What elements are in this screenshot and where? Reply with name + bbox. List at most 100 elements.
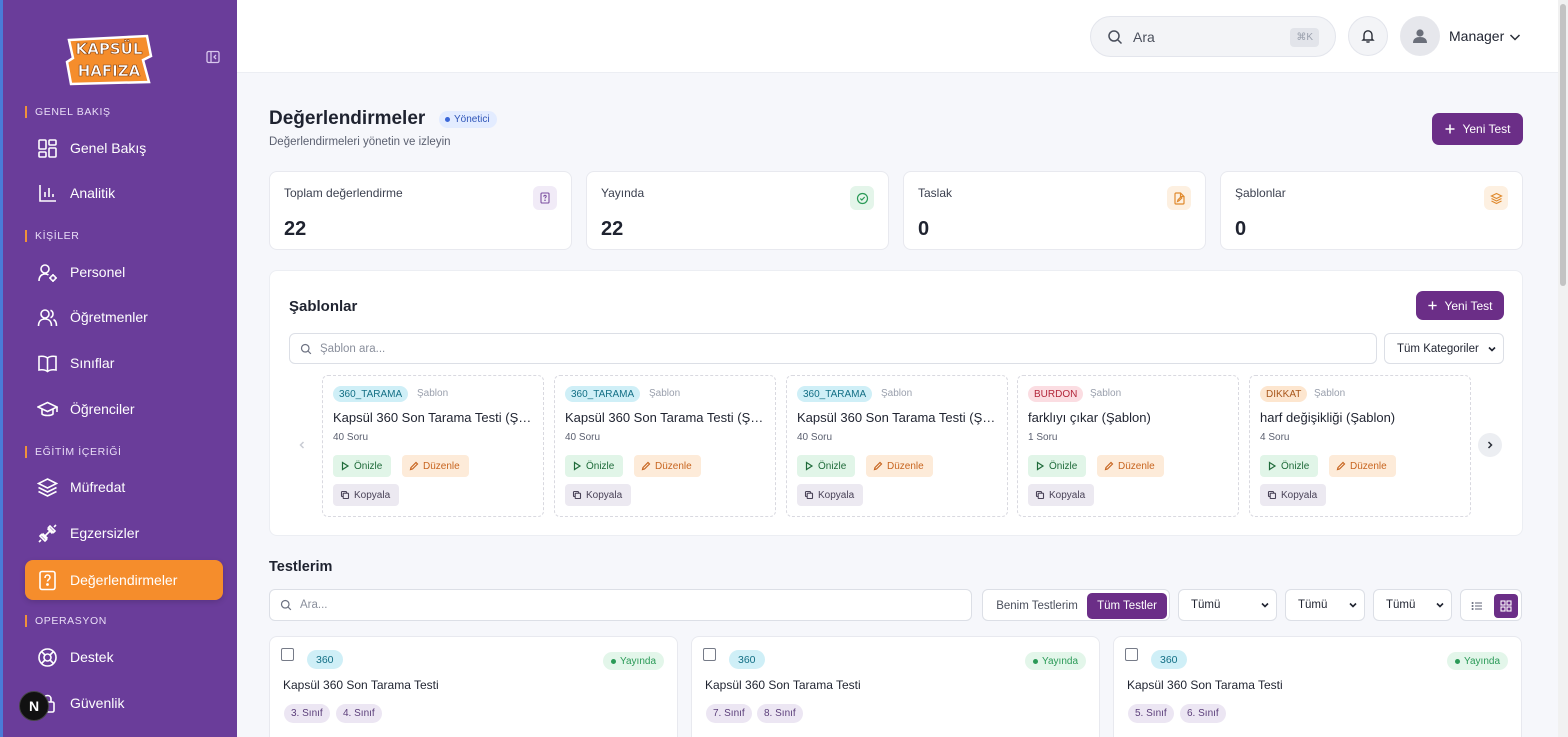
chevron-down-icon xyxy=(1487,344,1497,354)
grid-view-button[interactable] xyxy=(1494,594,1518,618)
preview-label: Önizle xyxy=(1049,460,1078,472)
template-search-input[interactable]: Şablon ara... xyxy=(289,333,1377,364)
copy-icon xyxy=(1035,490,1045,500)
copy-button[interactable]: Kopyala xyxy=(1260,484,1327,506)
scrollbar-thumb[interactable] xyxy=(1560,4,1566,286)
test-card[interactable]: 360 Yayında Kapsül 360 Son Tarama Testi … xyxy=(269,636,678,737)
edit-button[interactable]: Düzenle xyxy=(1097,455,1164,477)
stat-label: Toplam değerlendirme xyxy=(284,186,403,200)
question-file-icon xyxy=(37,570,58,591)
sidebar: KAPSÜL HAFIZA GENEL BAKIŞ Genel Bakış An… xyxy=(0,0,237,737)
sidebar-item-overview[interactable]: Genel Bakış xyxy=(25,128,223,168)
sidebar-item-label: Personel xyxy=(70,264,126,280)
bell-icon xyxy=(1360,28,1376,44)
edit-button[interactable]: Düzenle xyxy=(634,455,701,477)
copy-button[interactable]: Kopyala xyxy=(1028,484,1095,506)
avatar[interactable] xyxy=(1400,16,1440,56)
test-card[interactable]: 360 Yayında Kapsül 360 Son Tarama Testi … xyxy=(691,636,1100,737)
grade-chip: 6. Sınıf xyxy=(1180,704,1226,723)
section-label-content: EĞİTİM İÇERİĞİ xyxy=(25,446,122,458)
template-name: farklıyı çıkar (Şablon) xyxy=(1028,410,1151,425)
sidebar-item-teachers[interactable]: Öğretmenler xyxy=(25,297,223,337)
sidebar-item-staff[interactable]: Personel xyxy=(25,252,223,292)
edit-button[interactable]: Düzenle xyxy=(1329,455,1396,477)
header-search-input[interactable]: Ara ⌘K xyxy=(1090,16,1336,57)
template-tag: 360_TARAMA xyxy=(333,386,409,402)
page-subtitle: Değerlendirmeleri yönetin ve izleyin xyxy=(269,136,451,148)
new-test-button[interactable]: Yeni Test xyxy=(1432,113,1523,145)
test-select-checkbox[interactable] xyxy=(703,648,716,661)
template-count: 40 Soru xyxy=(797,432,833,443)
filter-select-value: Tümü xyxy=(1191,599,1221,611)
edit-button[interactable]: Düzenle xyxy=(866,455,933,477)
copy-label: Kopyala xyxy=(586,489,623,501)
search-icon xyxy=(300,343,312,355)
play-icon xyxy=(340,461,350,471)
template-card[interactable]: 360_TARAMA Şablon Kapsül 360 Son Tarama … xyxy=(554,375,776,517)
sidebar-item-curriculum[interactable]: Müfredat xyxy=(25,467,223,507)
copy-button[interactable]: Kopyala xyxy=(797,484,864,506)
status-badge: Yayında xyxy=(1025,652,1086,670)
sidebar-item-classes[interactable]: Sınıflar xyxy=(25,343,223,383)
graduation-cap-icon xyxy=(37,399,58,420)
sidebar-item-security[interactable]: Güvenlik xyxy=(25,683,223,723)
svg-text:HAFIZA: HAFIZA xyxy=(78,62,141,80)
template-card[interactable]: 360_TARAMA Şablon Kapsül 360 Son Tarama … xyxy=(322,375,544,517)
preview-button[interactable]: Önizle xyxy=(1028,455,1087,477)
template-card[interactable]: BURDON Şablon farklıyı çıkar (Şablon) 1 … xyxy=(1017,375,1239,517)
tests-search-placeholder: Ara... xyxy=(300,599,328,611)
search-icon xyxy=(1107,29,1123,45)
copy-label: Kopyala xyxy=(1049,489,1086,501)
kapsul-hafiza-logo[interactable]: KAPSÜL HAFIZA xyxy=(63,26,155,88)
template-kind: Şablon xyxy=(1314,388,1346,399)
preview-button[interactable]: Önizle xyxy=(565,455,624,477)
tab-all-tests[interactable]: Tüm Testler xyxy=(1087,593,1167,619)
page-title: Değerlendirmeler xyxy=(269,108,426,129)
user-name[interactable]: Manager xyxy=(1449,28,1504,44)
carousel-next-button[interactable] xyxy=(1478,433,1502,457)
tab-my-tests[interactable]: Benim Testlerim xyxy=(987,593,1087,619)
filter-select-2[interactable]: Tümü xyxy=(1285,589,1365,621)
templates-title: Şablonlar xyxy=(289,298,358,315)
sidebar-item-students[interactable]: Öğrenciler xyxy=(25,389,223,429)
template-card[interactable]: DIKKAT Şablon harf değişikliği (Şablon) … xyxy=(1249,375,1471,517)
test-name: Kapsül 360 Son Tarama Testi xyxy=(283,678,439,692)
sidebar-collapse-icon[interactable] xyxy=(205,49,221,65)
filter-select-value: Tümü xyxy=(1386,599,1416,611)
tests-title: Testlerim xyxy=(269,559,333,575)
edit-label: Düzenle xyxy=(1350,460,1387,472)
category-select[interactable]: Tüm Kategoriler xyxy=(1384,333,1504,364)
template-name: Kapsül 360 Son Tarama Testi (Şablon) xyxy=(797,410,1001,425)
test-card[interactable]: 360 Yayında Kapsül 360 Son Tarama Testi … xyxy=(1113,636,1522,737)
n-badge[interactable]: N xyxy=(19,691,49,721)
list-view-button[interactable] xyxy=(1465,594,1489,618)
test-select-checkbox[interactable] xyxy=(281,648,294,661)
template-card[interactable]: 360_TARAMA Şablon Kapsül 360 Son Tarama … xyxy=(786,375,1008,517)
copy-button[interactable]: Kopyala xyxy=(565,484,632,506)
filter-select-1[interactable]: Tümü xyxy=(1178,589,1277,621)
preview-button[interactable]: Önizle xyxy=(797,455,856,477)
sidebar-item-assessments[interactable]: Değerlendirmeler xyxy=(25,560,223,600)
test-select-checkbox[interactable] xyxy=(1125,648,1138,661)
template-count: 40 Soru xyxy=(333,432,369,443)
users-icon xyxy=(37,307,58,328)
sidebar-item-exercises[interactable]: Egzersizler xyxy=(25,513,223,553)
copy-button[interactable]: Kopyala xyxy=(333,484,400,506)
stat-value: 22 xyxy=(284,218,307,240)
chevron-down-icon xyxy=(1348,600,1358,610)
preview-button[interactable]: Önizle xyxy=(333,455,392,477)
preview-button[interactable]: Önizle xyxy=(1260,455,1319,477)
tests-search-input[interactable]: Ara... xyxy=(269,589,972,621)
sidebar-item-analytics[interactable]: Analitik xyxy=(25,173,223,213)
edit-button[interactable]: Düzenle xyxy=(402,455,469,477)
carousel-prev-button[interactable] xyxy=(290,433,314,457)
templates-new-test-button[interactable]: Yeni Test xyxy=(1416,291,1504,320)
sidebar-item-support[interactable]: Destek xyxy=(25,637,223,677)
chevron-down-icon[interactable] xyxy=(1508,30,1522,44)
layers-icon xyxy=(1484,186,1508,210)
stat-value: 0 xyxy=(1235,218,1247,240)
filter-select-3[interactable]: Tümü xyxy=(1373,589,1452,621)
copy-icon xyxy=(340,490,350,500)
notifications-button[interactable] xyxy=(1348,16,1388,56)
copy-icon xyxy=(572,490,582,500)
